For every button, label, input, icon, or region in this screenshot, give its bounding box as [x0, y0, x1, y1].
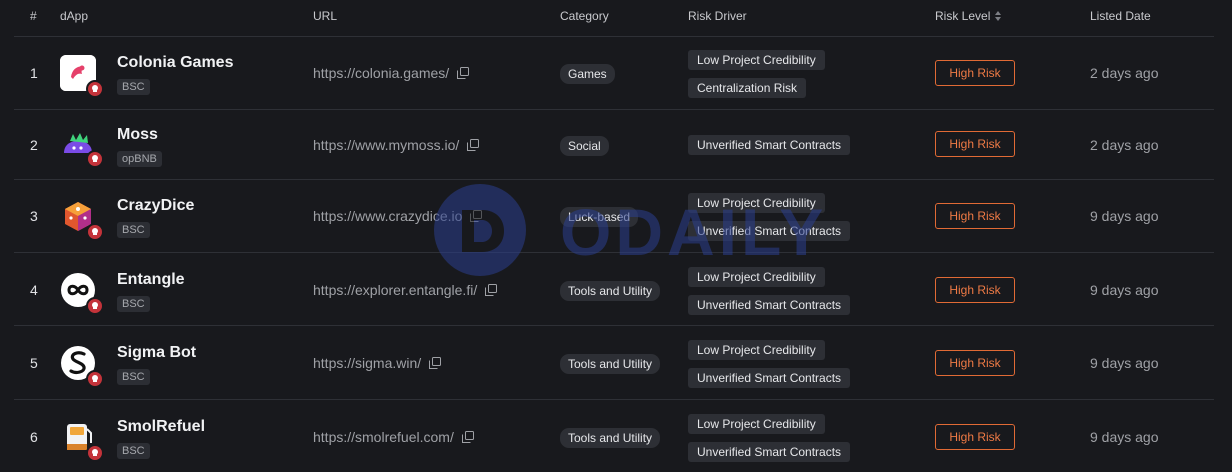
url-text[interactable]: https://explorer.entangle.fi/ [313, 282, 477, 298]
row-number: 5 [30, 355, 38, 371]
chain-badge: opBNB [117, 151, 162, 167]
risk-level-badge[interactable]: High Risk [935, 350, 1015, 376]
risk-driver-badge: Low Project Credibility [688, 267, 825, 287]
url-text[interactable]: https://smolrefuel.com/ [313, 429, 454, 445]
dapp-url[interactable]: https://colonia.games/ [313, 65, 470, 81]
dapp-name[interactable]: SmolRefuel [117, 418, 205, 436]
risk-level-badge[interactable]: High Risk [935, 277, 1015, 303]
url-text[interactable]: https://colonia.games/ [313, 65, 449, 81]
dapp-url[interactable]: https://www.mymoss.io/ [313, 137, 480, 153]
chain-badge: BSC [117, 369, 150, 385]
risk-driver-badge: Low Project Credibility [688, 340, 825, 360]
risk-level-badge[interactable]: High Risk [935, 131, 1015, 157]
table-row[interactable]: 4 Entangle BSC https://explorer.entangle… [14, 253, 1214, 326]
warning-badge-icon [86, 444, 104, 462]
risk-level-badge[interactable]: High Risk [935, 203, 1015, 229]
listed-date: 9 days ago [1090, 282, 1159, 298]
row-number: 1 [30, 65, 38, 81]
copy-icon[interactable] [457, 67, 470, 79]
chain-badge: BSC [117, 296, 150, 312]
chain-badge: BSC [117, 79, 150, 95]
row-number: 4 [30, 282, 38, 298]
copy-icon[interactable] [470, 210, 483, 222]
row-number: 3 [30, 208, 38, 224]
copy-icon[interactable] [429, 357, 442, 369]
category-badge: Luck-based [560, 207, 639, 227]
dapp-name[interactable]: Entangle [117, 271, 185, 289]
risk-level-badge[interactable]: High Risk [935, 424, 1015, 450]
table-row[interactable]: 6 SmolRefuel BSC https://smolrefuel.com/… [14, 400, 1214, 472]
url-text[interactable]: https://www.crazydice.io [313, 208, 462, 224]
col-header-url: URL [313, 9, 338, 23]
warning-badge-icon [86, 80, 104, 98]
dapp-url[interactable]: https://explorer.entangle.fi/ [313, 282, 498, 298]
row-number: 6 [30, 429, 38, 445]
warning-badge-icon [86, 297, 104, 315]
col-header-category: Category [560, 9, 609, 23]
chain-badge: BSC [117, 443, 150, 459]
dapp-url[interactable]: https://sigma.win/ [313, 355, 442, 371]
row-number: 2 [30, 137, 38, 153]
url-text[interactable]: https://www.mymoss.io/ [313, 137, 459, 153]
category-badge: Tools and Utility [560, 354, 661, 374]
copy-icon[interactable] [467, 139, 480, 151]
url-text[interactable]: https://sigma.win/ [313, 355, 421, 371]
dapp-risk-table: # dApp URL Category Risk Driver Risk Lev… [14, 0, 1214, 472]
col-header-dapp: dApp [60, 9, 89, 23]
col-header-number: # [30, 9, 37, 23]
warning-badge-icon [86, 223, 104, 241]
copy-icon[interactable] [461, 431, 474, 443]
listed-date: 2 days ago [1090, 65, 1159, 81]
listed-date: 9 days ago [1090, 355, 1159, 371]
category-badge: Tools and Utility [560, 281, 661, 301]
listed-date: 9 days ago [1090, 208, 1159, 224]
col-header-listed-date: Listed Date [1090, 9, 1151, 23]
copy-icon[interactable] [485, 284, 498, 296]
risk-driver-badge: Low Project Credibility [688, 50, 825, 70]
risk-driver-badge: Low Project Credibility [688, 414, 825, 434]
table-row[interactable]: 2 Moss opBNB https://www.mymoss.io/ Soci… [14, 110, 1214, 180]
dapp-url[interactable]: https://smolrefuel.com/ [313, 429, 474, 445]
dapp-name[interactable]: Moss [117, 126, 158, 144]
category-badge: Games [560, 64, 615, 84]
dapp-name[interactable]: Sigma Bot [117, 344, 196, 362]
dapp-name[interactable]: CrazyDice [117, 197, 194, 215]
col-header-risk-level[interactable]: Risk Level [935, 9, 1002, 23]
category-badge: Social [560, 136, 609, 156]
risk-driver-badge: Low Project Credibility [688, 193, 825, 213]
dapp-name[interactable]: Colonia Games [117, 54, 233, 72]
risk-driver-badge: Centralization Risk [688, 78, 807, 98]
listed-date: 9 days ago [1090, 429, 1159, 445]
risk-driver-badge: Unverified Smart Contracts [688, 135, 851, 155]
warning-badge-icon [86, 150, 104, 168]
table-header: # dApp URL Category Risk Driver Risk Lev… [14, 0, 1214, 37]
col-header-risk-level-label: Risk Level [935, 9, 991, 23]
table-row[interactable]: 1 Colonia Games BSC https://colonia.game… [14, 37, 1214, 110]
col-header-risk-driver: Risk Driver [688, 9, 747, 23]
category-badge: Tools and Utility [560, 428, 661, 448]
dapp-url[interactable]: https://www.crazydice.io [313, 208, 483, 224]
chain-badge: BSC [117, 222, 150, 238]
table-row[interactable]: 3 CrazyDice BSC https://www.crazydice.io… [14, 180, 1214, 253]
risk-driver-badge: Unverified Smart Contracts [688, 221, 851, 241]
listed-date: 2 days ago [1090, 137, 1159, 153]
risk-driver-badge: Unverified Smart Contracts [688, 368, 851, 388]
risk-driver-badge: Unverified Smart Contracts [688, 295, 851, 315]
sort-icon[interactable] [994, 10, 1002, 22]
warning-badge-icon [86, 370, 104, 388]
risk-level-badge[interactable]: High Risk [935, 60, 1015, 86]
risk-driver-badge: Unverified Smart Contracts [688, 442, 851, 462]
table-row[interactable]: 5 Sigma Bot BSC https://sigma.win/ Tools… [14, 326, 1214, 400]
